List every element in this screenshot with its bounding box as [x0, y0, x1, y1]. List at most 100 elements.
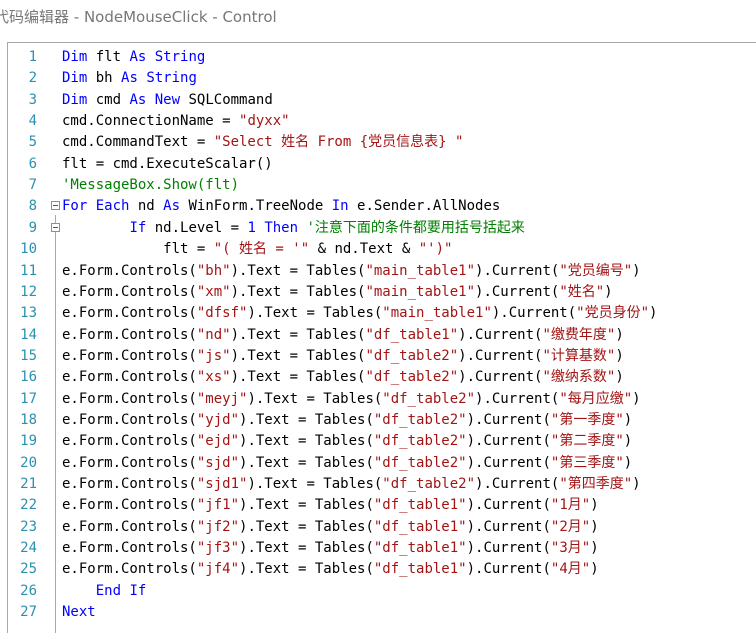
code-token: ) — [623, 454, 633, 471]
code-token: Dim — [62, 91, 88, 108]
code-line[interactable]: 17 e.Form.Controls("meyj").Text = Tables(… — [8, 389, 756, 410]
code-token: "df_table1" — [373, 518, 467, 535]
code-token: e.Form.Controls( — [62, 262, 197, 279]
code-token: ).Text = Tables( — [239, 433, 374, 450]
line-number: 5 — [28, 134, 37, 151]
code-token: "党员身份" — [576, 305, 650, 322]
code-text: e.Form.Controls("ejd").Text = Tables("df… — [62, 431, 632, 452]
code-token: e.Form.Controls( — [62, 518, 197, 535]
code-line[interactable]: 9 If nd.Level = 1 Then '注意下面的条件都要用括号括起来 — [8, 218, 756, 239]
code-token: "main_table1" — [382, 305, 492, 322]
code-token: e.Form.Controls( — [62, 540, 197, 557]
code-token: ) — [632, 476, 641, 492]
code-text: e.Form.Controls("yjd").Text = Tables("df… — [62, 410, 632, 431]
code-line[interactable]: 25 e.Form.Controls("jf4").Text = Tables("… — [8, 559, 756, 580]
code-token: ) — [615, 326, 624, 343]
code-line[interactable]: 19 e.Form.Controls("ejd").Text = Tables("… — [8, 431, 756, 452]
code-token: New — [154, 91, 181, 108]
code-token: ).Text = Tables( — [230, 347, 366, 364]
code-line[interactable]: 15 e.Form.Controls("js").Text = Tables("d… — [8, 346, 756, 367]
code-line[interactable]: 26 End If — [8, 581, 756, 602]
code-token: ).Current( — [475, 390, 560, 407]
code-token: ).Text = Tables( — [230, 326, 366, 343]
code-token: e.Form.Controls( — [62, 326, 197, 343]
code-token: e.Form.Controls( — [62, 390, 197, 407]
code-line[interactable]: 13 e.Form.Controls("dfsf").Text = Tables(… — [8, 303, 756, 324]
code-token: "ejd" — [196, 433, 240, 450]
code-token: "每月应缴" — [559, 390, 633, 407]
code-line[interactable]: 16 e.Form.Controls("xs").Text = Tables("d… — [8, 367, 756, 388]
code-line[interactable]: 18 e.Form.Controls("yjd").Text = Tables("… — [8, 410, 756, 431]
code-token: In — [331, 198, 349, 215]
code-line[interactable]: 3 Dim cmd As New SQLCommand — [8, 90, 756, 111]
code-token: e.Form.Controls( — [62, 347, 197, 364]
code-token: 1 — [247, 219, 256, 236]
code-line[interactable]: 5 cmd.CommandText = "Select 姓名 From {党员信息… — [8, 132, 756, 153]
code-token: e.Form.Controls( — [62, 411, 197, 428]
code-token: End — [95, 582, 122, 599]
code-line[interactable]: 23 e.Form.Controls("jf2").Text = Tables("… — [8, 517, 756, 538]
line-number: 23 — [20, 518, 37, 535]
code-token: "dyxx" — [239, 113, 290, 130]
code-line[interactable]: 4 cmd.ConnectionName = "dyxx" — [8, 111, 756, 132]
code-token: "df_table2" — [365, 369, 459, 386]
code-token: ).Text = Tables( — [239, 454, 374, 471]
line-number: 10 — [20, 241, 37, 258]
code-text: e.Form.Controls("sjd1").Text = Tables("d… — [62, 474, 641, 495]
code-token: "df_table1" — [373, 497, 467, 514]
code-text: e.Form.Controls("jf2").Text = Tables("df… — [62, 517, 599, 538]
code-line[interactable]: 12 e.Form.Controls("xm").Text = Tables("m… — [8, 282, 756, 303]
line-number: 16 — [20, 369, 37, 386]
line-number: 22 — [20, 497, 37, 514]
code-editor[interactable]: 1 Dim flt As String 2 Dim bh As String 3 Dim … — [7, 42, 756, 633]
code-token: ).Current( — [466, 454, 551, 471]
code-text: End If — [62, 581, 147, 602]
code-line[interactable]: 20 e.Form.Controls("sjd").Text = Tables("… — [8, 453, 756, 474]
code-token: ) — [590, 561, 599, 578]
code-token: Each — [95, 198, 130, 215]
line-number: 26 — [20, 582, 37, 599]
code-token: ).Current( — [458, 369, 543, 386]
code-token: cmd — [87, 91, 130, 108]
code-token: "第一季度" — [550, 411, 624, 428]
code-text: e.Form.Controls("jf1").Text = Tables("df… — [62, 495, 599, 516]
code-line[interactable]: 1 Dim flt As String — [8, 47, 756, 68]
code-line[interactable]: 8 For Each nd As WinForm.TreeNode In e.Se… — [8, 196, 756, 217]
code-text: e.Form.Controls("nd").Text = Tables("df_… — [62, 325, 624, 346]
code-token: "df_table1" — [373, 561, 467, 578]
code-line[interactable]: 10 flt = "( 姓名 = '" & nd.Text & "')" — [8, 239, 756, 260]
code-token: "main_table1" — [365, 283, 476, 300]
code-line[interactable]: 24 e.Form.Controls("jf3").Text = Tables("… — [8, 538, 756, 559]
code-token: "第二季度" — [550, 433, 624, 450]
code-token: ) — [632, 390, 641, 407]
code-token: "sjd1" — [196, 476, 248, 492]
code-line[interactable]: 11 e.Form.Controls("bh").Text = Tables("m… — [8, 261, 756, 282]
code-token: ).Text = Tables( — [239, 540, 374, 557]
code-token: cmd.ConnectionName = — [62, 113, 240, 130]
code-token: "nd" — [196, 326, 231, 343]
code-token: ).Text = Tables( — [230, 283, 366, 300]
collapse-toggle-icon[interactable] — [51, 201, 60, 211]
code-text: e.Form.Controls("js").Text = Tables("df_… — [62, 346, 624, 367]
collapse-toggle-icon[interactable] — [51, 222, 60, 232]
code-token: "jf4" — [196, 561, 240, 578]
code-token: ) — [604, 283, 613, 300]
code-line[interactable]: 14 e.Form.Controls("nd").Text = Tables("d… — [8, 325, 756, 346]
code-line[interactable]: 2 Dim bh As String — [8, 68, 756, 89]
code-token: ).Text = Tables( — [247, 390, 383, 407]
code-token: ) — [649, 305, 658, 322]
code-token: "df_table2" — [373, 411, 467, 428]
line-number: 14 — [20, 326, 37, 343]
code-line[interactable]: 7 'MessageBox.Show(flt) — [8, 175, 756, 196]
code-token: "jf2" — [196, 518, 240, 535]
line-number: 17 — [20, 390, 37, 407]
code-token: ).Current( — [466, 518, 551, 535]
code-line[interactable]: 21 e.Form.Controls("sjd1").Text = Tables(… — [8, 474, 756, 495]
line-number: 9 — [28, 219, 37, 236]
code-text: e.Form.Controls("xm").Text = Tables("mai… — [62, 282, 613, 303]
code-token: ).Current( — [475, 476, 560, 492]
code-text: Dim flt As String — [62, 47, 205, 68]
code-line[interactable]: 6 flt = cmd.ExecuteScalar() — [8, 154, 756, 175]
code-line[interactable]: 22 e.Form.Controls("jf1").Text = Tables("… — [8, 495, 756, 516]
code-token: nd.Level = — [146, 219, 248, 236]
